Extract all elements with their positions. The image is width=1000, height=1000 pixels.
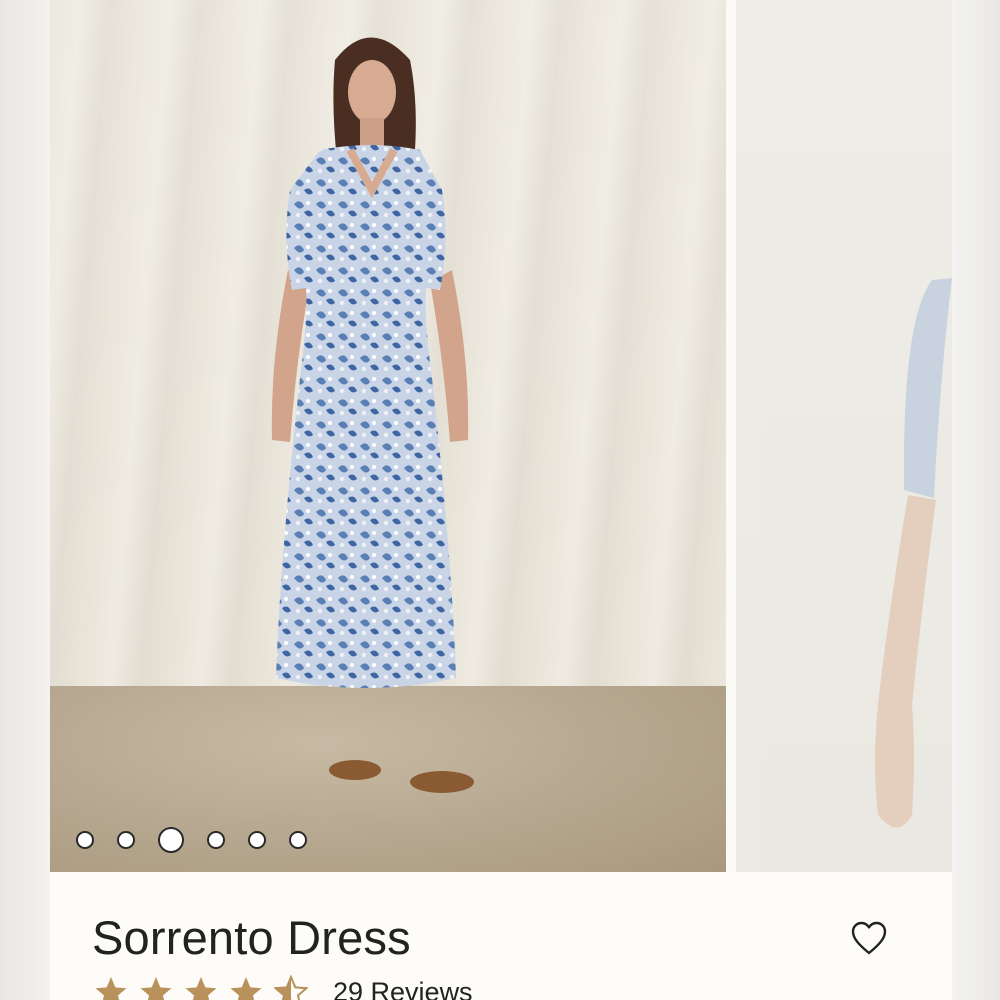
product-rating[interactable]: 29 Reviews — [94, 972, 473, 1000]
reviews-link[interactable]: 29 Reviews — [333, 977, 473, 1000]
carousel-dot-2[interactable] — [117, 831, 135, 849]
carousel-dot-3-active[interactable] — [158, 827, 184, 853]
slide-gap — [726, 0, 736, 872]
product-title: Sorrento Dress — [92, 911, 411, 964]
carousel-dot-1[interactable] — [76, 831, 94, 849]
star-full-icon — [140, 977, 172, 1000]
left-edge — [0, 0, 50, 1000]
star-full-icon — [230, 977, 262, 1000]
right-edge — [952, 0, 1000, 1000]
star-full-icon — [185, 977, 217, 1000]
product-image-next-peek[interactable] — [736, 0, 952, 872]
product-info: Sorrento Dress 29 Reviews — [50, 872, 952, 1000]
model-figure — [271, 37, 474, 793]
star-full-icon — [95, 977, 127, 1000]
product-image-carousel[interactable] — [50, 0, 952, 872]
star-half-icon — [274, 975, 308, 1000]
carousel-pagination — [76, 826, 330, 854]
next-model-arm — [875, 278, 952, 828]
carousel-dot-6[interactable] — [289, 831, 307, 849]
carousel-dot-4[interactable] — [207, 831, 225, 849]
product-image-main[interactable] — [50, 0, 726, 872]
carousel-dot-5[interactable] — [248, 831, 266, 849]
heart-outline-icon[interactable] — [850, 920, 888, 956]
